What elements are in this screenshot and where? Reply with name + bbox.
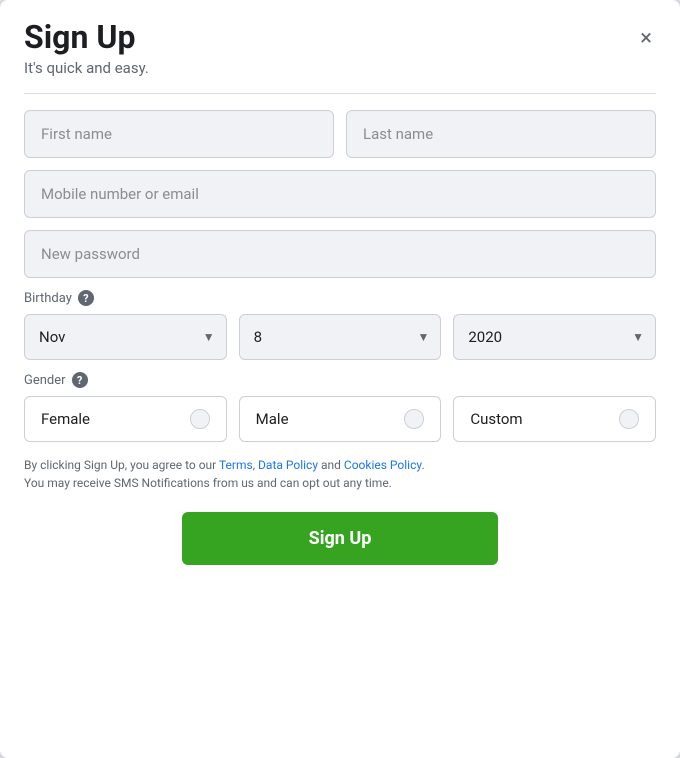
birthday-section: Birthday ? Nov Jan Feb Mar Apr May Jun J…: [24, 290, 656, 360]
male-label: Male: [256, 410, 289, 428]
mobile-email-input[interactable]: [24, 170, 656, 218]
year-select-wrapper: 2020 2019 2018 2017 2016 2015 2010 2005 …: [453, 314, 656, 360]
first-name-input[interactable]: [24, 110, 334, 158]
day-select[interactable]: 8 1 2 3 4 5 6 7 9 10 11 12: [239, 314, 442, 360]
gender-option-custom[interactable]: Custom: [453, 396, 656, 442]
custom-label: Custom: [470, 410, 522, 428]
male-radio[interactable]: [404, 409, 424, 429]
modal-header: Sign Up It's quick and easy. ×: [24, 20, 656, 94]
data-policy-link[interactable]: Data Policy: [258, 458, 318, 472]
modal-title: Sign Up: [24, 20, 656, 55]
gender-label-text: Gender: [24, 373, 66, 388]
birthday-selects-row: Nov Jan Feb Mar Apr May Jun Jul Aug Sep …: [24, 314, 656, 360]
cookies-policy-link[interactable]: Cookies Policy: [344, 458, 422, 472]
gender-options-row: Female Male Custom: [24, 396, 656, 442]
month-select-wrapper: Nov Jan Feb Mar Apr May Jun Jul Aug Sep …: [24, 314, 227, 360]
gender-help-icon[interactable]: ?: [72, 372, 88, 388]
terms-text-before: By clicking Sign Up, you agree to our: [24, 458, 219, 472]
terms-text-mid2: and: [318, 458, 344, 472]
close-button[interactable]: ×: [636, 24, 656, 54]
password-row: [24, 230, 656, 278]
last-name-input[interactable]: [346, 110, 656, 158]
signup-modal: Sign Up It's quick and easy. × Birthday …: [0, 0, 680, 758]
name-row: [24, 110, 656, 158]
terms-link[interactable]: Terms: [219, 458, 253, 472]
terms-text: By clicking Sign Up, you agree to our Te…: [24, 456, 656, 492]
female-label: Female: [41, 410, 90, 428]
year-select[interactable]: 2020 2019 2018 2017 2016 2015 2010 2005 …: [453, 314, 656, 360]
gender-option-male[interactable]: Male: [239, 396, 442, 442]
signup-button[interactable]: Sign Up: [182, 512, 498, 565]
gender-section: Gender ? Female Male Custom: [24, 372, 656, 442]
birthday-label: Birthday ?: [24, 290, 656, 306]
month-select[interactable]: Nov Jan Feb Mar Apr May Jun Jul Aug Sep …: [24, 314, 227, 360]
gender-option-female[interactable]: Female: [24, 396, 227, 442]
day-select-wrapper: 8 1 2 3 4 5 6 7 9 10 11 12 ▼: [239, 314, 442, 360]
mobile-email-row: [24, 170, 656, 218]
custom-radio[interactable]: [619, 409, 639, 429]
password-input[interactable]: [24, 230, 656, 278]
modal-subtitle: It's quick and easy.: [24, 59, 656, 77]
gender-label: Gender ?: [24, 372, 656, 388]
female-radio[interactable]: [190, 409, 210, 429]
birthday-label-text: Birthday: [24, 291, 72, 306]
birthday-help-icon[interactable]: ?: [78, 290, 94, 306]
